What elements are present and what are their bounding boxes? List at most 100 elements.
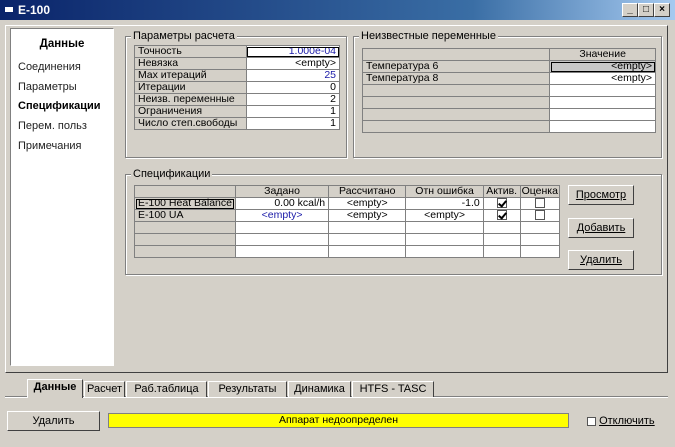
- empty-cell: [405, 245, 484, 258]
- nav-header: Данные: [39, 38, 85, 50]
- nav-list: Данные Соединения Параметры Спецификации…: [10, 28, 114, 366]
- empty-cell: [405, 233, 484, 246]
- unknown-name[interactable]: Температура 6: [361, 60, 551, 73]
- param-value: 1: [245, 117, 341, 130]
- spec-col-header[interactable]: Оценка: [519, 185, 561, 198]
- empty-cell: [134, 233, 236, 246]
- empty-cell[interactable]: [234, 221, 330, 234]
- table-header-row: Задано Рассчитано Отн ошибка Актив. Оцен…: [134, 185, 561, 198]
- unknowns-value-header[interactable]: Значение: [549, 48, 656, 61]
- unknowns-table: Значение Температура 6 <empty> Температу…: [361, 48, 656, 133]
- empty-cell[interactable]: [234, 233, 330, 246]
- tab-htfs-tasc[interactable]: HTFS - TASC: [352, 381, 434, 397]
- empty-cell: [134, 245, 236, 258]
- nav-item-connections[interactable]: Соединения: [18, 61, 81, 73]
- empty-cell: [361, 84, 551, 97]
- table-row: Неизв. переменные 2: [134, 93, 341, 106]
- unknowns-name-header: [361, 48, 551, 61]
- delete-spec-button[interactable]: Удалить: [568, 250, 634, 270]
- title-bar[interactable]: E-100 _ □ ×: [0, 0, 675, 20]
- spec-specified[interactable]: 0.00 kcal/h: [234, 197, 330, 210]
- delete-button[interactable]: Удалить: [7, 411, 100, 431]
- spec-active-cell[interactable]: [482, 209, 521, 222]
- empty-cell[interactable]: [549, 84, 656, 97]
- tab-results[interactable]: Результаты: [208, 381, 287, 397]
- spec-active-cell[interactable]: [482, 197, 521, 210]
- spec-estimate-cell[interactable]: [519, 209, 561, 222]
- empty-cell: [482, 221, 521, 234]
- empty-cell[interactable]: [549, 120, 656, 133]
- table-row: [361, 120, 656, 133]
- param-value[interactable]: 25: [245, 69, 341, 82]
- unknown-value[interactable]: <empty>: [549, 60, 656, 73]
- spec-col-header[interactable]: Рассчитано: [328, 185, 407, 198]
- nav-item-notes[interactable]: Примечания: [18, 140, 82, 152]
- spec-name[interactable]: E-100 UA: [134, 209, 236, 222]
- spec-name[interactable]: E-100 Heat Balance: [134, 197, 236, 210]
- close-button[interactable]: ×: [654, 3, 670, 17]
- table-row: [134, 245, 561, 258]
- nav-item-parameters[interactable]: Параметры: [18, 81, 77, 93]
- params-table: Точность 1.000e-04 Невязка <empty> Max и…: [134, 45, 341, 130]
- param-value[interactable]: <empty>: [245, 57, 341, 70]
- table-row: E-100 UA <empty> <empty> <empty>: [134, 209, 561, 222]
- param-value[interactable]: 1.000e-04: [245, 45, 341, 58]
- estimate-checkbox[interactable]: [534, 210, 545, 221]
- unknowns-group-label: Неизвестные переменные: [359, 30, 498, 42]
- empty-cell: [361, 120, 551, 133]
- params-group-label: Параметры расчета: [131, 30, 237, 42]
- table-row: [361, 84, 656, 97]
- tab-worksheet[interactable]: Раб.таблица: [126, 381, 207, 397]
- table-row: Число степ.свободы 1: [134, 117, 341, 130]
- spec-col-header[interactable]: Актив.: [482, 185, 521, 198]
- disable-checkbox[interactable]: [587, 416, 596, 426]
- nav-item-user-variables[interactable]: Перем. польз: [18, 120, 87, 132]
- estimate-checkbox[interactable]: [534, 198, 545, 209]
- empty-cell: [328, 245, 407, 258]
- active-checkbox[interactable]: [496, 210, 507, 221]
- table-row: Max итераций 25: [134, 69, 341, 82]
- spec-col-header[interactable]: Отн ошибка: [405, 185, 484, 198]
- table-row: [134, 221, 561, 234]
- empty-cell[interactable]: [549, 96, 656, 109]
- nav-item-specifications[interactable]: Спецификации: [18, 100, 101, 112]
- window-title: E-100: [18, 3, 51, 17]
- maximize-button[interactable]: □: [638, 3, 654, 17]
- unknown-name[interactable]: Температура 8: [361, 72, 551, 85]
- params-group: Параметры расчета Точность 1.000e-04 Нев…: [125, 30, 347, 158]
- view-button[interactable]: Просмотр: [568, 185, 634, 205]
- empty-cell: [361, 96, 551, 109]
- specs-group: Спецификации Задано Рассчитано Отн ошибк…: [125, 168, 662, 275]
- unknowns-group: Неизвестные переменные Значение Температ…: [353, 30, 662, 158]
- view-button-label: Просмотр: [575, 189, 627, 201]
- add-button[interactable]: Добавить: [568, 218, 634, 238]
- empty-cell[interactable]: [234, 245, 330, 258]
- tab-calculation[interactable]: Расчет: [84, 381, 125, 397]
- minimize-button[interactable]: _: [622, 3, 638, 17]
- empty-cell: [328, 221, 407, 234]
- spec-error: -1.0: [405, 197, 484, 210]
- spec-calculated: <empty>: [328, 209, 407, 222]
- spec-col-header[interactable]: Задано: [234, 185, 330, 198]
- window-icon[interactable]: [4, 6, 14, 13]
- empty-cell: [134, 221, 236, 234]
- table-row: E-100 Heat Balance 0.00 kcal/h <empty> -…: [134, 197, 561, 210]
- empty-cell[interactable]: [549, 108, 656, 121]
- spec-estimate-cell[interactable]: [519, 197, 561, 210]
- param-label: Число степ.свободы: [134, 117, 247, 130]
- param-value: 2: [245, 93, 341, 106]
- table-row: Невязка <empty>: [134, 57, 341, 70]
- tab-dynamics[interactable]: Динамика: [288, 381, 351, 397]
- active-checkbox[interactable]: [496, 198, 507, 209]
- param-value: 1: [245, 105, 341, 118]
- table-row: Ограничения 1: [134, 105, 341, 118]
- table-row: [361, 108, 656, 121]
- spec-specified[interactable]: <empty>: [234, 209, 330, 222]
- disable-checkbox-group[interactable]: Отключить: [587, 415, 655, 427]
- tab-data[interactable]: Данные: [27, 379, 83, 398]
- empty-cell: [361, 108, 551, 121]
- specs-group-label: Спецификации: [131, 168, 213, 180]
- param-label: Итерации: [134, 81, 247, 94]
- param-label: Max итераций: [134, 69, 247, 82]
- unknown-value[interactable]: <empty>: [549, 72, 656, 85]
